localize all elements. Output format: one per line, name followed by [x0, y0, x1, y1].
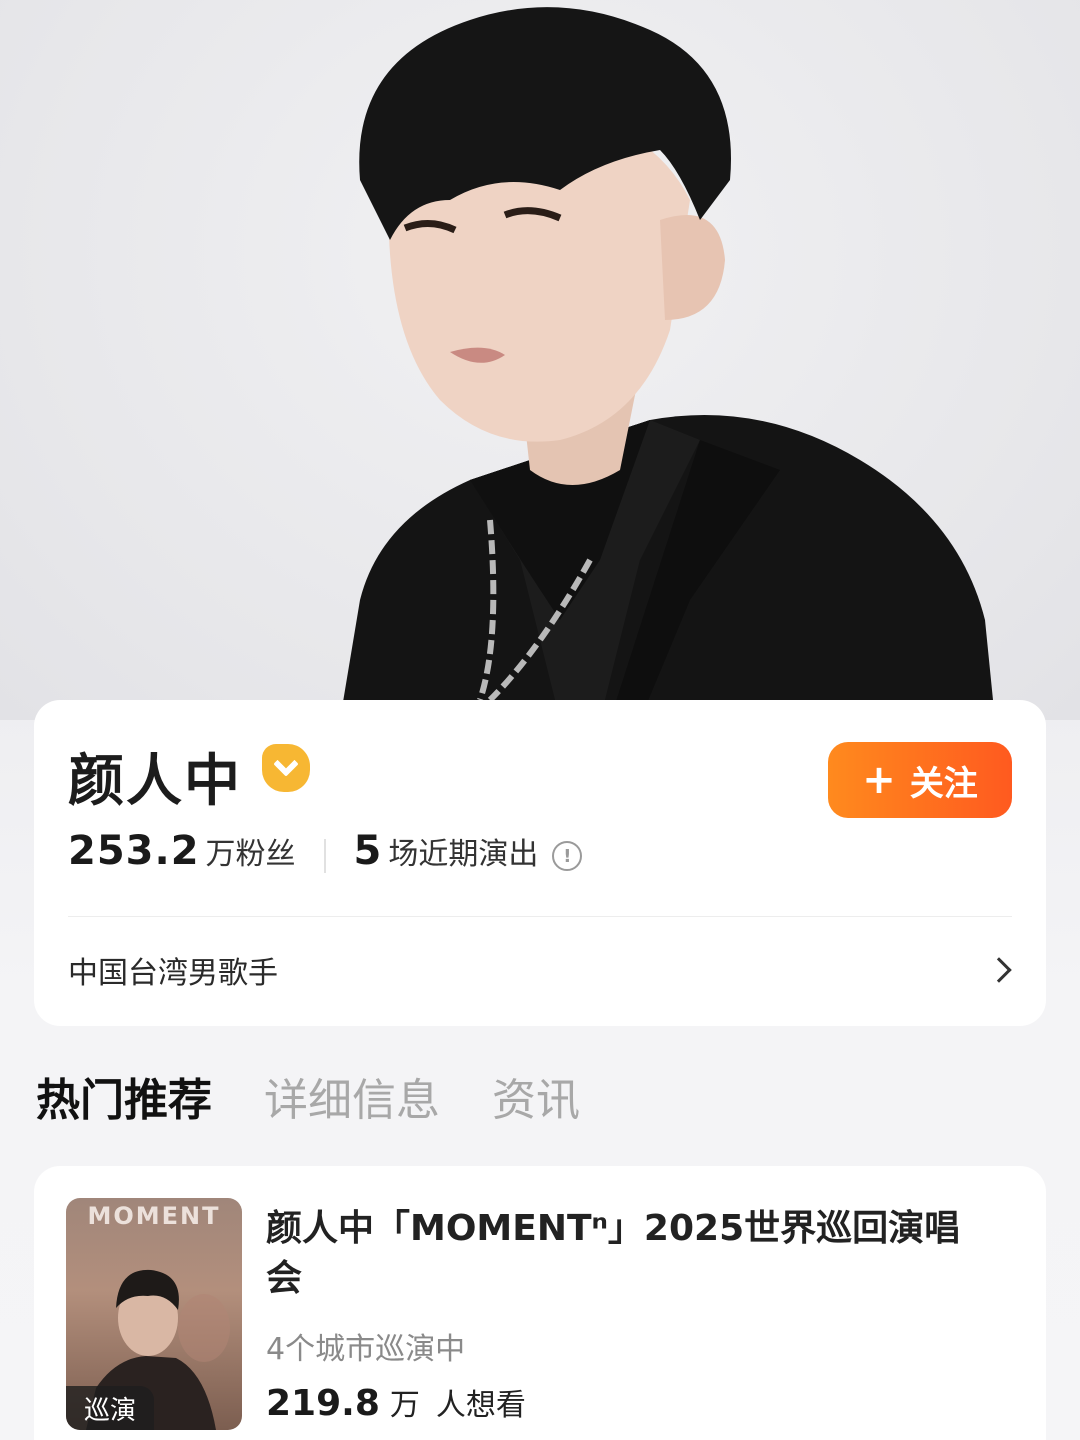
shows-count: 5: [353, 828, 383, 874]
plus-icon: +: [862, 757, 896, 803]
chevron-right-icon: [986, 957, 1012, 983]
artist-stats: 253.2 万粉丝 5 场近期演出 !: [68, 828, 583, 884]
want-unit: 万: [389, 1388, 420, 1423]
fans-unit: 万粉丝: [205, 837, 296, 872]
tab-details[interactable]: 详细信息: [264, 1064, 440, 1142]
verified-badge-icon: [262, 744, 310, 792]
event-want-count: 219.8 万 人想看: [266, 1380, 526, 1424]
artist-profile-card: 颜人中 + 关注 253.2 万粉丝 5 场近期演出 ! 中国台湾男歌手: [34, 700, 1046, 1026]
artist-portrait-illustration: [340, 7, 995, 720]
event-cities: 4个城市巡演中: [266, 1332, 466, 1367]
tab-news[interactable]: 资讯: [492, 1064, 580, 1142]
shows-label: 场近期演出: [388, 837, 539, 872]
event-card[interactable]: MOMENT 巡演 颜人中「MOMENTⁿ」2025世界巡回演唱会 4个城市巡演…: [34, 1166, 1046, 1440]
tab-details-label: 详细信息: [264, 1075, 440, 1126]
event-title: 颜人中「MOMENTⁿ」2025世界巡回演唱会: [266, 1208, 961, 1299]
info-icon[interactable]: !: [552, 841, 583, 871]
bio-row[interactable]: 中国台湾男歌手: [68, 940, 1016, 1000]
artist-page: 颜人中 + 关注 253.2 万粉丝 5 场近期演出 ! 中国台湾男歌手 热门推…: [0, 0, 1080, 1440]
fans-count: 253.2: [68, 828, 200, 874]
want-label: 人想看: [435, 1388, 526, 1423]
event-poster: MOMENT 巡演: [66, 1198, 242, 1430]
follow-button-label: 关注: [909, 763, 978, 804]
tab-hot-recommend[interactable]: 热门推荐: [36, 1064, 212, 1142]
artist-bio: 中国台湾男歌手: [68, 956, 278, 991]
want-number: 219.8: [266, 1383, 380, 1424]
tour-badge: 巡演: [66, 1386, 154, 1430]
tab-hot-recommend-label: 热门推荐: [36, 1075, 212, 1126]
content-tabs: 热门推荐 详细信息 资讯: [36, 1062, 580, 1142]
artist-hero-photo: [0, 0, 1080, 720]
artist-name: 颜人中: [68, 749, 242, 814]
card-divider: [68, 916, 1012, 917]
tab-news-label: 资讯: [492, 1075, 580, 1126]
stats-divider: [323, 839, 326, 873]
follow-button[interactable]: + 关注: [828, 742, 1012, 818]
